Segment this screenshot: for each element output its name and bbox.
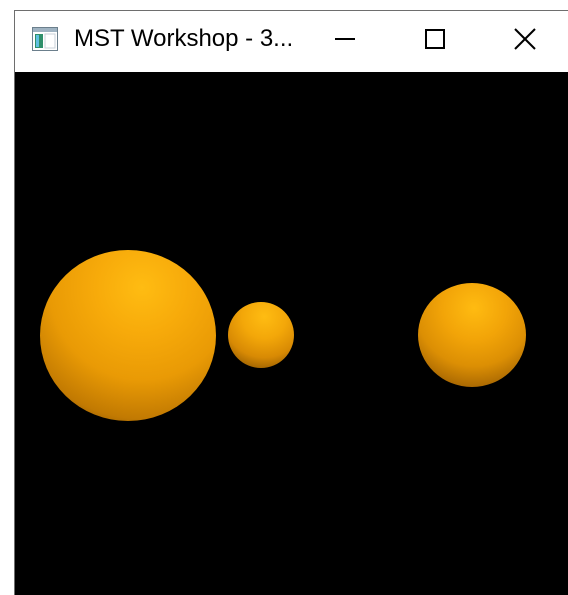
app-window: MST Workshop - 3... [14,10,568,595]
small-sphere [228,302,294,368]
render-canvas[interactable] [15,72,568,595]
close-button[interactable] [480,11,568,72]
maximize-icon [424,28,446,55]
title-bar[interactable]: MST Workshop - 3... [15,11,568,72]
medium-sphere [418,283,526,387]
minimize-icon [334,28,356,55]
app-window-icon[interactable] [32,27,58,51]
large-sphere [40,250,216,421]
minimize-button[interactable] [300,11,390,72]
maximize-button[interactable] [390,11,480,72]
window-title: MST Workshop - 3... [74,25,294,52]
close-icon [513,27,537,56]
